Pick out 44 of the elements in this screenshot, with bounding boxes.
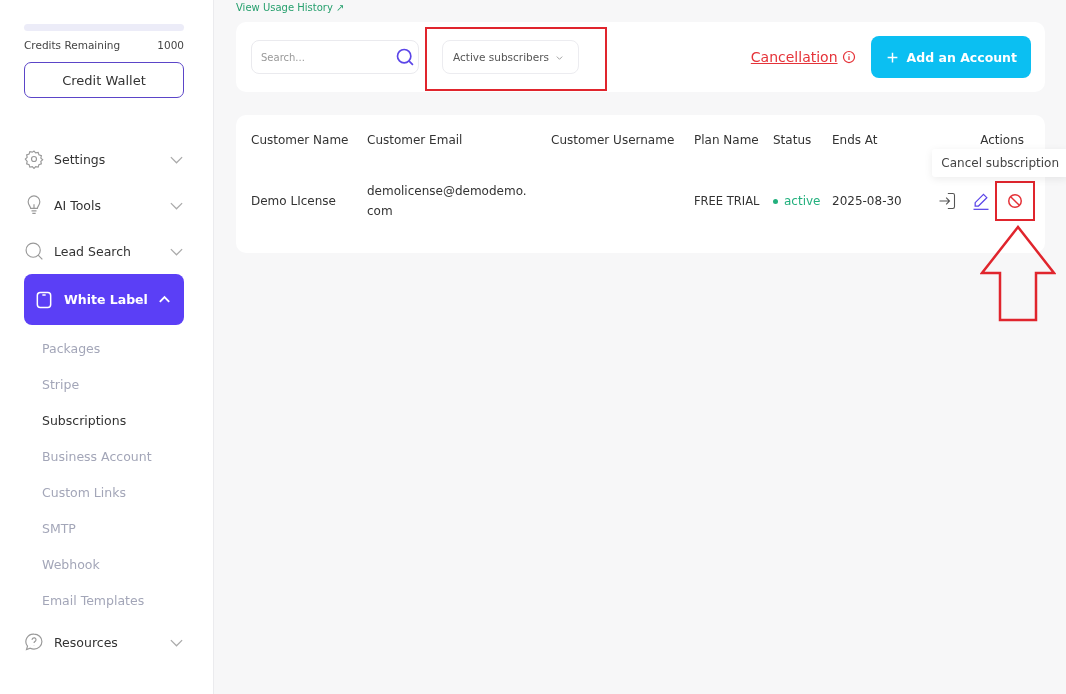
column-header: Plan Name (694, 133, 760, 147)
submenu-item[interactable]: Subscriptions (42, 403, 184, 439)
column-header: Status (773, 133, 813, 147)
plus-icon (885, 50, 899, 64)
info-icon (841, 50, 856, 64)
column-header: Actions (979, 133, 1025, 147)
tooltip: Cancel subscription (932, 149, 1066, 177)
search-icon (395, 47, 415, 67)
credits-value: 1000 (157, 39, 184, 51)
table-cell-text: FREE TRIAL (694, 194, 761, 208)
gear-icon (24, 149, 44, 169)
cancellation-link[interactable]: Cancellation (750, 49, 838, 65)
column-header: Customer Email (367, 133, 464, 147)
submenu-item[interactable]: Stripe (42, 367, 184, 403)
search-icon (24, 241, 44, 261)
column-header: Customer Name (251, 133, 350, 147)
submenu-item[interactable]: Custom Links (42, 475, 184, 511)
sidebar-item[interactable]: Resources (24, 619, 184, 665)
column-header: Ends At (832, 133, 879, 147)
status-text: active (784, 194, 821, 208)
filter-dropdown[interactable]: Active subscribers (442, 40, 579, 74)
pencil-icon (971, 191, 991, 211)
sidebar-item[interactable]: White Label (24, 274, 184, 325)
credit-wallet-button[interactable]: Credit Wallet (24, 62, 184, 98)
help-icon (24, 632, 44, 652)
submenu-item[interactable]: Webhook (42, 547, 184, 583)
prohibited-icon (1005, 191, 1025, 211)
login-icon (937, 191, 957, 211)
usage-history-link[interactable]: View Usage History ↗ (236, 2, 1045, 16)
submenu-item[interactable]: Email Templates (42, 583, 184, 619)
table-cell-text: 2025-08-30 (832, 194, 903, 208)
table-cell-text: demolicense@demodemo. com (367, 183, 528, 220)
status-dot (773, 198, 778, 204)
search-field[interactable]: Search... (251, 40, 419, 74)
sidebar-item[interactable]: Settings (24, 136, 184, 182)
table-cell-text: Demo LIcense (251, 194, 337, 208)
submenu-item[interactable]: Packages (42, 331, 184, 367)
sidebar-item[interactable]: AI Tools (24, 182, 184, 228)
submenu-item[interactable]: Business Account (42, 439, 184, 475)
sidebar-item[interactable]: Lead Search (24, 228, 184, 274)
square-icon (34, 289, 54, 310)
column-header: Customer Username (551, 133, 676, 147)
submenu-item[interactable]: SMTP (42, 511, 184, 547)
credits-label: Credits Remaining (24, 39, 121, 51)
